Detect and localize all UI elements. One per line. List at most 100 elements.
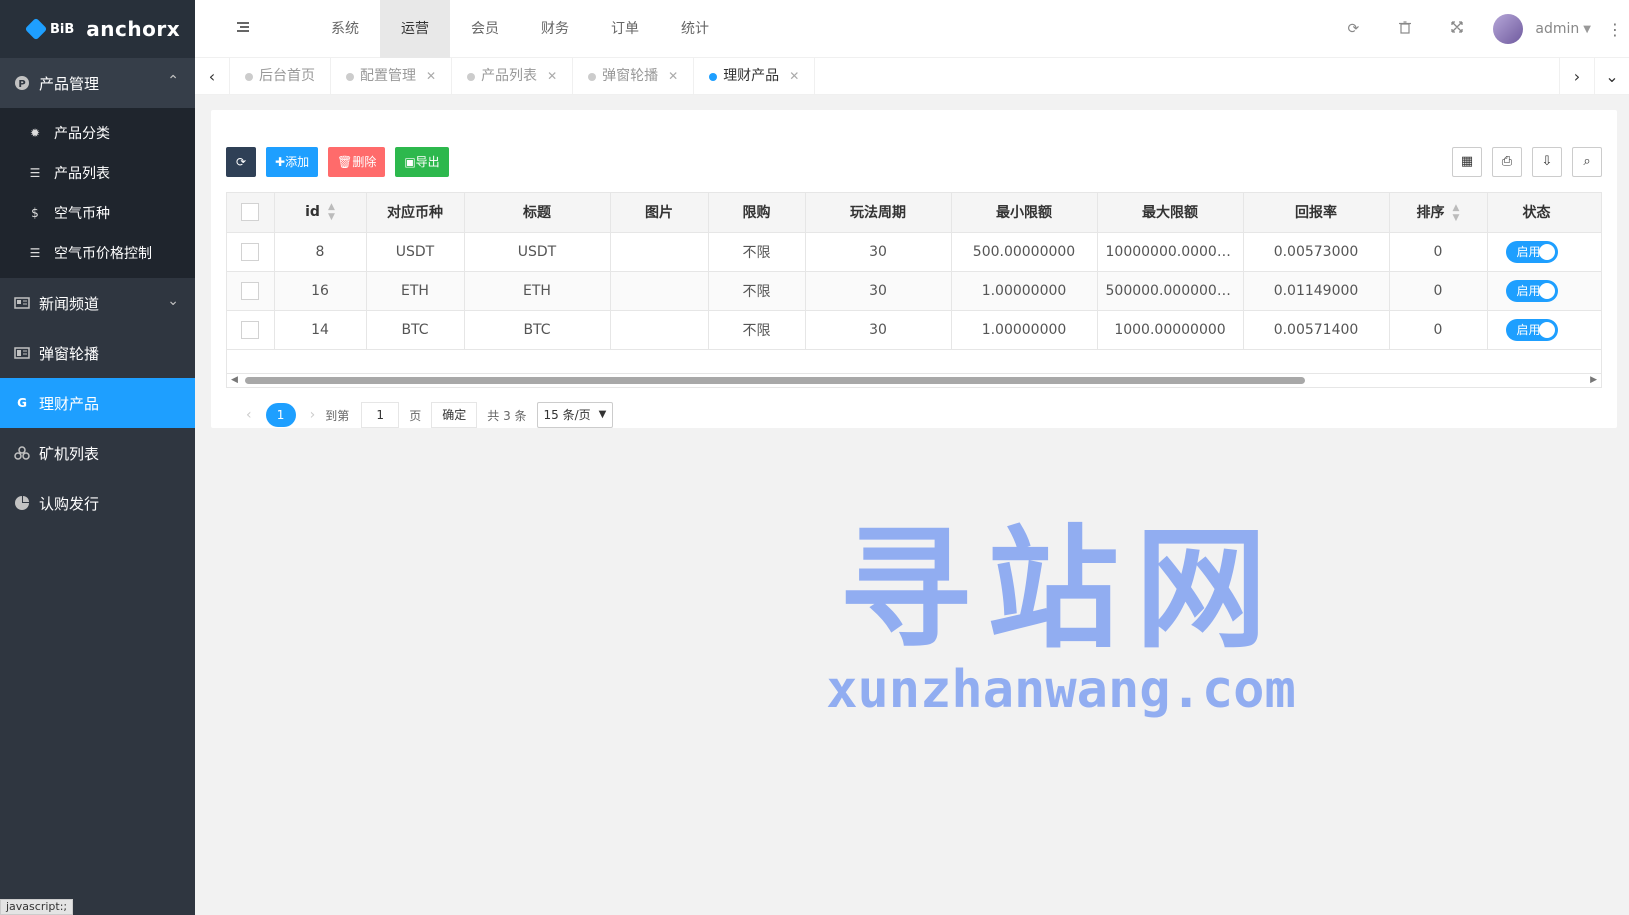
tab-label: 配置管理 xyxy=(360,68,416,84)
user-name[interactable]: admin xyxy=(1535,21,1579,37)
row-checkbox[interactable] xyxy=(227,310,275,350)
tab-scroll-left-icon[interactable]: ‹ xyxy=(195,58,230,95)
product-icon: P xyxy=(14,75,30,91)
export-table-icon[interactable]: ⇩ xyxy=(1532,147,1562,177)
close-icon[interactable]: ✕ xyxy=(426,58,436,95)
row-checkbox[interactable] xyxy=(227,232,275,272)
sidebar-submenu-product: ✹ 产品分类 ☰ 产品列表 $ 空气币种 ☰ 空气币价格控制 xyxy=(0,108,195,278)
app-name: anchorx xyxy=(86,17,181,41)
sort-icon[interactable]: ▲ ▼ xyxy=(1453,203,1460,223)
menu-toggle-icon[interactable] xyxy=(235,19,255,39)
horizontal-scrollbar[interactable]: ◀ ▶ xyxy=(226,374,1602,388)
goto-page-input[interactable]: 1 xyxy=(361,402,400,428)
svg-text:P: P xyxy=(18,79,25,90)
tab-menu-chevron-down-icon[interactable]: ⌄ xyxy=(1594,58,1629,95)
cell-limit: 不限 xyxy=(708,271,806,311)
topnav-system[interactable]: 系统 xyxy=(310,0,380,58)
topnav-operation[interactable]: 运营 xyxy=(380,0,450,58)
cell-title: ETH xyxy=(464,271,611,311)
logo-bib: BiB xyxy=(50,21,75,37)
delete-button[interactable]: 🗑删除 xyxy=(328,147,386,177)
tab-list: 后台首页 配置管理 ✕ 产品列表 ✕ 弹窗轮播 ✕ 理财产品 ✕ xyxy=(230,58,816,95)
sidebar-item-product-list[interactable]: ☰ 产品列表 xyxy=(0,153,195,193)
export-button[interactable]: ▣导出 xyxy=(395,147,449,177)
sort-icon[interactable]: ▲ ▼ xyxy=(328,202,335,222)
col-header-sort[interactable]: 排序 ▲ ▼ xyxy=(1389,193,1488,233)
topnav-order[interactable]: 订单 xyxy=(590,0,660,58)
status-toggle[interactable]: 启用 xyxy=(1505,279,1558,302)
col-header-max: 最大限额 xyxy=(1097,193,1244,233)
col-header-status: 状态 xyxy=(1487,193,1601,233)
chevron-up-icon: ⌃ xyxy=(167,73,179,89)
avatar[interactable] xyxy=(1493,14,1524,44)
cell-id: 14 xyxy=(274,310,367,350)
add-button[interactable]: ✚添加 xyxy=(266,147,319,177)
sidebar-item-air-coin[interactable]: $ 空气币种 xyxy=(0,193,195,233)
gear-icon: ✹ xyxy=(29,126,41,140)
sidebar-group-label: 新闻频道 xyxy=(39,294,100,313)
tab-home[interactable]: 后台首页 xyxy=(230,58,331,95)
tab-carousel[interactable]: 弹窗轮播 ✕ xyxy=(573,58,695,95)
scroll-left-icon[interactable]: ◀ xyxy=(231,375,238,385)
tab-scroll-right-icon[interactable]: › xyxy=(1559,58,1594,95)
topnav-member[interactable]: 会员 xyxy=(450,0,520,58)
sidebar-group-carousel[interactable]: 弹窗轮播 xyxy=(0,328,195,378)
tab-product-list[interactable]: 产品列表 ✕ xyxy=(452,58,574,95)
refresh-button[interactable]: ⟳ xyxy=(226,147,256,177)
delete-label: 删除 xyxy=(352,155,377,169)
page-size-select[interactable]: 15 条/页 ▼ xyxy=(536,402,614,428)
tab-config[interactable]: 配置管理 ✕ xyxy=(331,58,453,95)
tab-dot-icon xyxy=(709,72,718,81)
close-icon[interactable]: ✕ xyxy=(668,58,678,95)
print-icon[interactable]: ⎙ xyxy=(1492,147,1522,177)
cell-rate: 0.00571400 xyxy=(1243,310,1390,350)
topnav-finance[interactable]: 财务 xyxy=(520,0,590,58)
sidebar-item-air-coin-price[interactable]: ☰ 空气币价格控制 xyxy=(0,233,195,273)
cell-currency: USDT xyxy=(366,232,465,272)
close-icon[interactable]: ✕ xyxy=(789,58,799,95)
cell-status: 启用 xyxy=(1487,232,1601,272)
sidebar-group-product[interactable]: P 产品管理 ⌃ xyxy=(0,58,195,108)
col-header-id[interactable]: id ▲ ▼ xyxy=(274,193,367,233)
topnav-stats[interactable]: 统计 xyxy=(660,0,730,58)
trash-icon: 🗑 xyxy=(337,155,353,169)
columns-icon[interactable]: ▦ xyxy=(1452,147,1482,177)
sidebar-item-label: 空气币种 xyxy=(54,206,110,222)
goto-confirm-button[interactable]: 确定 xyxy=(431,402,478,428)
status-toggle[interactable]: 启用 xyxy=(1505,318,1558,341)
watermark-cn: 寻站网 xyxy=(839,513,1283,667)
scrollbar-thumb[interactable] xyxy=(245,377,1305,384)
cell-image xyxy=(610,232,709,272)
next-page-icon[interactable]: › xyxy=(310,407,316,423)
status-toggle[interactable]: 启用 xyxy=(1505,240,1558,263)
trash-icon[interactable] xyxy=(1379,20,1431,38)
cell-status: 启用 xyxy=(1487,310,1601,350)
caret-down-icon[interactable]: ▼ xyxy=(1583,24,1591,35)
logo[interactable]: BiB anchorx xyxy=(0,0,195,58)
prev-page-icon[interactable]: ‹ xyxy=(246,407,252,423)
export-label: 导出 xyxy=(415,155,440,169)
tab-finance-product[interactable]: 理财产品 ✕ xyxy=(694,58,816,95)
page-current[interactable]: 1 xyxy=(265,403,296,427)
sidebar-group-finance[interactable]: G 理财产品 xyxy=(0,378,195,428)
fullscreen-icon[interactable] xyxy=(1431,21,1483,37)
cell-min: 1.00000000 xyxy=(951,310,1098,350)
table-toolbar: ⟳ ✚添加 🗑删除 ▣导出 xyxy=(226,147,459,177)
cell-max: 500000.00000000 xyxy=(1097,271,1244,311)
row-checkbox[interactable] xyxy=(227,271,275,311)
scroll-right-icon[interactable]: ▶ xyxy=(1590,375,1597,385)
carousel-icon xyxy=(14,345,30,361)
close-icon[interactable]: ✕ xyxy=(547,58,557,95)
cell-currency: BTC xyxy=(366,310,465,350)
watermark: 寻站网 xunzhanwang.com xyxy=(826,520,1296,720)
more-vertical-icon[interactable]: ⋮ xyxy=(1601,20,1629,39)
refresh-icon[interactable]: ⟳ xyxy=(1327,21,1379,37)
select-all-checkbox[interactable] xyxy=(227,193,275,233)
sidebar-group-subscription[interactable]: 认购发行 xyxy=(0,478,195,528)
sidebar-item-product-category[interactable]: ✹ 产品分类 xyxy=(0,113,195,153)
sidebar-group-miner[interactable]: 矿机列表 xyxy=(0,428,195,478)
logo-diamond-icon xyxy=(24,17,48,41)
tab-label: 理财产品 xyxy=(723,68,780,84)
sidebar-group-news[interactable]: 新闻频道 ⌄ xyxy=(0,278,195,328)
search-icon[interactable]: ⌕ xyxy=(1572,147,1602,177)
